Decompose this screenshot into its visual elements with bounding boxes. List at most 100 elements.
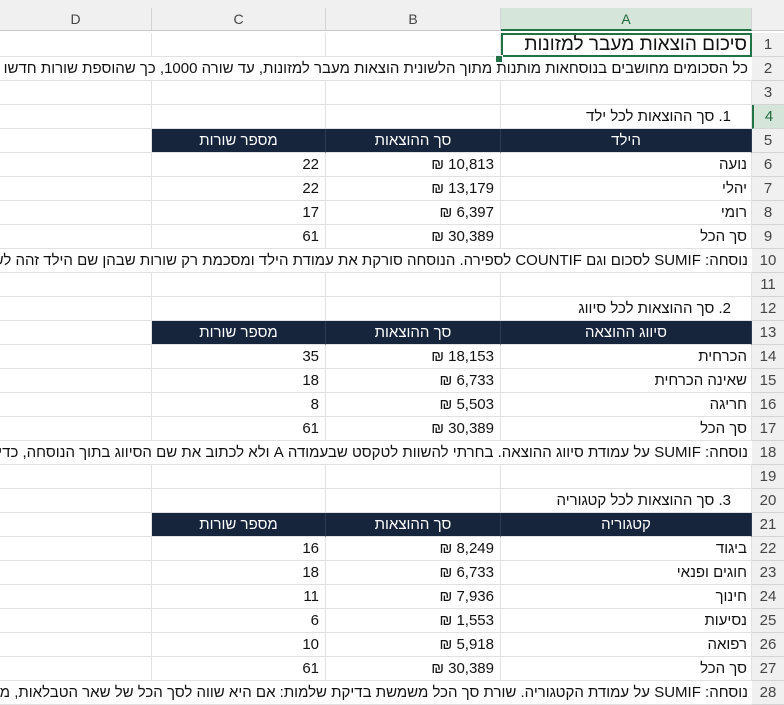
cell-d17[interactable] <box>0 417 152 441</box>
row-header-11[interactable]: 11 <box>752 273 784 297</box>
row-header-12[interactable]: 12 <box>752 297 784 321</box>
cell-d25[interactable] <box>0 609 152 633</box>
cell-b20[interactable] <box>326 489 501 513</box>
table-cell-count[interactable]: 61 <box>152 417 326 441</box>
table-cell-count[interactable]: 35 <box>152 345 326 369</box>
table-cell-amount[interactable]: ₪ 30,389 <box>326 657 501 681</box>
cell-b11[interactable] <box>326 273 501 297</box>
row-header-17[interactable]: 17 <box>752 417 784 441</box>
table-cell-count[interactable]: 61 <box>152 225 326 249</box>
cell-c1[interactable] <box>152 33 326 57</box>
table-cell-amount[interactable]: ₪ 13,179 <box>326 177 501 201</box>
cell-a3[interactable] <box>501 81 752 105</box>
row-header-22[interactable]: 22 <box>752 537 784 561</box>
table-header-count[interactable]: מספר שורות <box>152 513 326 537</box>
row-header-19[interactable]: 19 <box>752 465 784 489</box>
table-cell-name[interactable]: יהלי <box>501 177 752 201</box>
table-cell-amount[interactable]: ₪ 6,733 <box>326 369 501 393</box>
table-cell-amount[interactable]: ₪ 30,389 <box>326 417 501 441</box>
cell-b3[interactable] <box>326 81 501 105</box>
cell-d6[interactable] <box>0 153 152 177</box>
table-header-amount[interactable]: סך ההוצאות <box>326 513 501 537</box>
table-cell-amount[interactable]: ₪ 6,397 <box>326 201 501 225</box>
row-header-7[interactable]: 7 <box>752 177 784 201</box>
cell-d12[interactable] <box>0 297 152 321</box>
table-cell-amount[interactable]: ₪ 5,918 <box>326 633 501 657</box>
cell-b19[interactable] <box>326 465 501 489</box>
table-cell-count[interactable]: 61 <box>152 657 326 681</box>
cell-c11[interactable] <box>152 273 326 297</box>
cell-c12[interactable] <box>152 297 326 321</box>
table-header-count[interactable]: מספר שורות <box>152 321 326 345</box>
table-cell-name[interactable]: חינוך <box>501 585 752 609</box>
row-header-13[interactable]: 13 <box>752 321 784 345</box>
table-cell-count[interactable]: 17 <box>152 201 326 225</box>
row-header-4[interactable]: 4 <box>752 105 784 129</box>
cell-d4[interactable] <box>0 105 152 129</box>
cell-d11[interactable] <box>0 273 152 297</box>
table-header-name[interactable]: הילד <box>501 129 752 153</box>
row-header-20[interactable]: 20 <box>752 489 784 513</box>
cell-d9[interactable] <box>0 225 152 249</box>
table-header-amount[interactable]: סך ההוצאות <box>326 321 501 345</box>
table-cell-name[interactable]: חוגים ופנאי <box>501 561 752 585</box>
row-header-2[interactable]: 2 <box>752 57 784 81</box>
table-cell-name[interactable]: רומי <box>501 201 752 225</box>
cell-b12[interactable] <box>326 297 501 321</box>
row-header-3[interactable]: 3 <box>752 81 784 105</box>
cell-d1[interactable] <box>0 33 152 57</box>
table-cell-name[interactable]: ביגוד <box>501 537 752 561</box>
cell-c3[interactable] <box>152 81 326 105</box>
cell-d15[interactable] <box>0 369 152 393</box>
section-heading[interactable]: 1. סך ההוצאות לכל ילד <box>501 105 752 129</box>
cell-d24[interactable] <box>0 585 152 609</box>
table-cell-count[interactable]: 22 <box>152 177 326 201</box>
table-cell-amount[interactable]: ₪ 8,249 <box>326 537 501 561</box>
table-cell-count[interactable]: 22 <box>152 153 326 177</box>
cell-d19[interactable] <box>0 465 152 489</box>
cell-d26[interactable] <box>0 633 152 657</box>
cell-d7[interactable] <box>0 177 152 201</box>
table-cell-count[interactable]: 18 <box>152 369 326 393</box>
cell-a19[interactable] <box>501 465 752 489</box>
cell-d21[interactable] <box>0 513 152 537</box>
cell-c4[interactable] <box>152 105 326 129</box>
table-cell-count[interactable]: 11 <box>152 585 326 609</box>
cell-b4[interactable] <box>326 105 501 129</box>
table-header-count[interactable]: מספר שורות <box>152 129 326 153</box>
table-cell-count[interactable]: 16 <box>152 537 326 561</box>
row-header-27[interactable]: 27 <box>752 657 784 681</box>
cell-d14[interactable] <box>0 345 152 369</box>
table-cell-name[interactable]: נסיעות <box>501 609 752 633</box>
column-header-d[interactable]: D <box>0 8 152 31</box>
table-cell-name[interactable]: נועה <box>501 153 752 177</box>
row-header-16[interactable]: 16 <box>752 393 784 417</box>
cell-d8[interactable] <box>0 201 152 225</box>
table-cell-name[interactable]: סך הכל <box>501 657 752 681</box>
cell-d5[interactable] <box>0 129 152 153</box>
table-header-name[interactable]: סיווג ההוצאה <box>501 321 752 345</box>
row-header-15[interactable]: 15 <box>752 369 784 393</box>
cell-d22[interactable] <box>0 537 152 561</box>
row-header-5[interactable]: 5 <box>752 129 784 153</box>
table-header-name[interactable]: קטגוריה <box>501 513 752 537</box>
row-header-18[interactable]: 18 <box>752 441 784 465</box>
row-header-24[interactable]: 24 <box>752 585 784 609</box>
table-cell-name[interactable]: סך הכל <box>501 225 752 249</box>
section-heading[interactable]: 2. סך ההוצאות לכל סיווג <box>501 297 752 321</box>
table-cell-name[interactable]: סך הכל <box>501 417 752 441</box>
cell-d16[interactable] <box>0 393 152 417</box>
row-header-21[interactable]: 21 <box>752 513 784 537</box>
sheet-title[interactable]: סיכום הוצאות מעבר למזונות <box>501 33 752 57</box>
table-cell-amount[interactable]: ₪ 30,389 <box>326 225 501 249</box>
cell-b1[interactable] <box>326 33 501 57</box>
column-header-c[interactable]: C <box>152 8 326 31</box>
row-header-26[interactable]: 26 <box>752 633 784 657</box>
table-cell-count[interactable]: 6 <box>152 609 326 633</box>
table-cell-name[interactable]: חריגה <box>501 393 752 417</box>
row-header-8[interactable]: 8 <box>752 201 784 225</box>
table-cell-amount[interactable]: ₪ 5,503 <box>326 393 501 417</box>
fill-handle[interactable] <box>495 55 503 63</box>
table-cell-amount[interactable]: ₪ 7,936 <box>326 585 501 609</box>
table-cell-count[interactable]: 18 <box>152 561 326 585</box>
